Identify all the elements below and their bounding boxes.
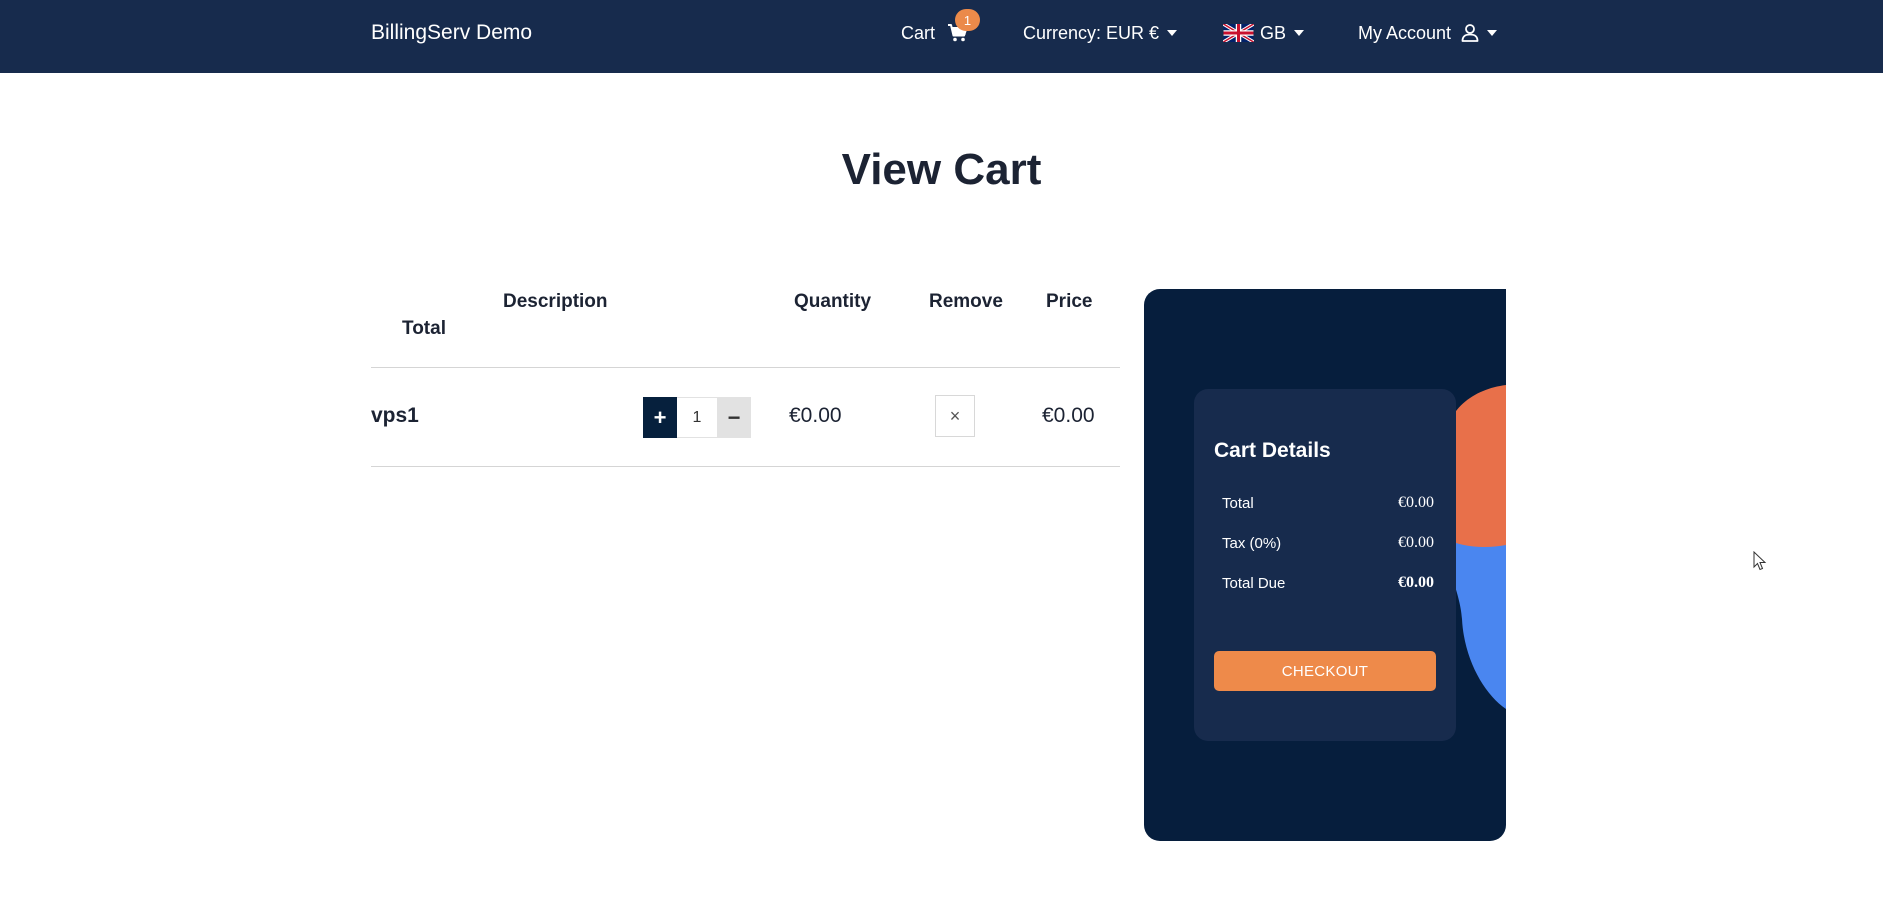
user-icon: [1461, 24, 1479, 42]
mouse-cursor: [1753, 551, 1767, 571]
cart-details-title: Cart Details: [1214, 439, 1331, 462]
caret-down-icon: [1294, 30, 1305, 36]
caret-down-icon: [1167, 30, 1178, 36]
uk-flag-icon: [1223, 24, 1254, 42]
table-divider: [371, 367, 1120, 368]
summary-tax-label: Tax (0%): [1222, 535, 1282, 552]
caret-down-icon: [1487, 30, 1498, 36]
table-divider: [371, 466, 1120, 467]
item-unit-price: €0.00: [789, 404, 842, 427]
item-price: €0.00: [1042, 404, 1095, 427]
language-label: GB: [1260, 22, 1287, 43]
column-header-remove: Remove: [929, 291, 1003, 312]
column-header-total: Total: [402, 318, 446, 339]
language-dropdown[interactable]: GB: [1223, 21, 1305, 45]
quantity-input[interactable]: [677, 397, 717, 438]
column-header-quantity: Quantity: [794, 291, 872, 312]
item-name: vps1: [371, 404, 419, 427]
summary-total-label: Total: [1222, 495, 1254, 512]
cart-details-panel: Cart Details Total €0.00 Tax (0%) €0.00 …: [1144, 289, 1506, 841]
top-navbar: BillingServ Demo Cart 1 Currency: EUR € …: [0, 0, 1883, 73]
my-account-dropdown[interactable]: My Account: [1358, 21, 1498, 45]
quantity-decrease-button[interactable]: −: [717, 397, 751, 438]
column-header-description: Description: [503, 291, 608, 312]
currency-label: Currency: EUR €: [1023, 22, 1160, 43]
brand-logo[interactable]: BillingServ Demo: [371, 21, 532, 45]
summary-total-due-label: Total Due: [1222, 575, 1286, 592]
currency-dropdown[interactable]: Currency: EUR €: [1023, 21, 1178, 45]
summary-total-value: €0.00: [1398, 494, 1434, 511]
cart-details-card: Cart Details Total €0.00 Tax (0%) €0.00 …: [1194, 389, 1456, 741]
quantity-stepper: + −: [643, 397, 751, 438]
summary-tax-value: €0.00: [1398, 534, 1434, 551]
page-title: View Cart: [841, 145, 1042, 194]
account-label: My Account: [1358, 22, 1452, 43]
close-icon: ×: [949, 405, 961, 426]
remove-item-button[interactable]: ×: [935, 395, 975, 437]
checkout-button[interactable]: CHECKOUT: [1214, 651, 1436, 691]
quantity-increase-button[interactable]: +: [643, 397, 677, 438]
cart-count-badge: 1: [955, 9, 980, 31]
summary-total-due-value: €0.00: [1398, 574, 1434, 591]
nav-cart-label: Cart: [901, 22, 936, 43]
column-header-price: Price: [1046, 291, 1093, 312]
